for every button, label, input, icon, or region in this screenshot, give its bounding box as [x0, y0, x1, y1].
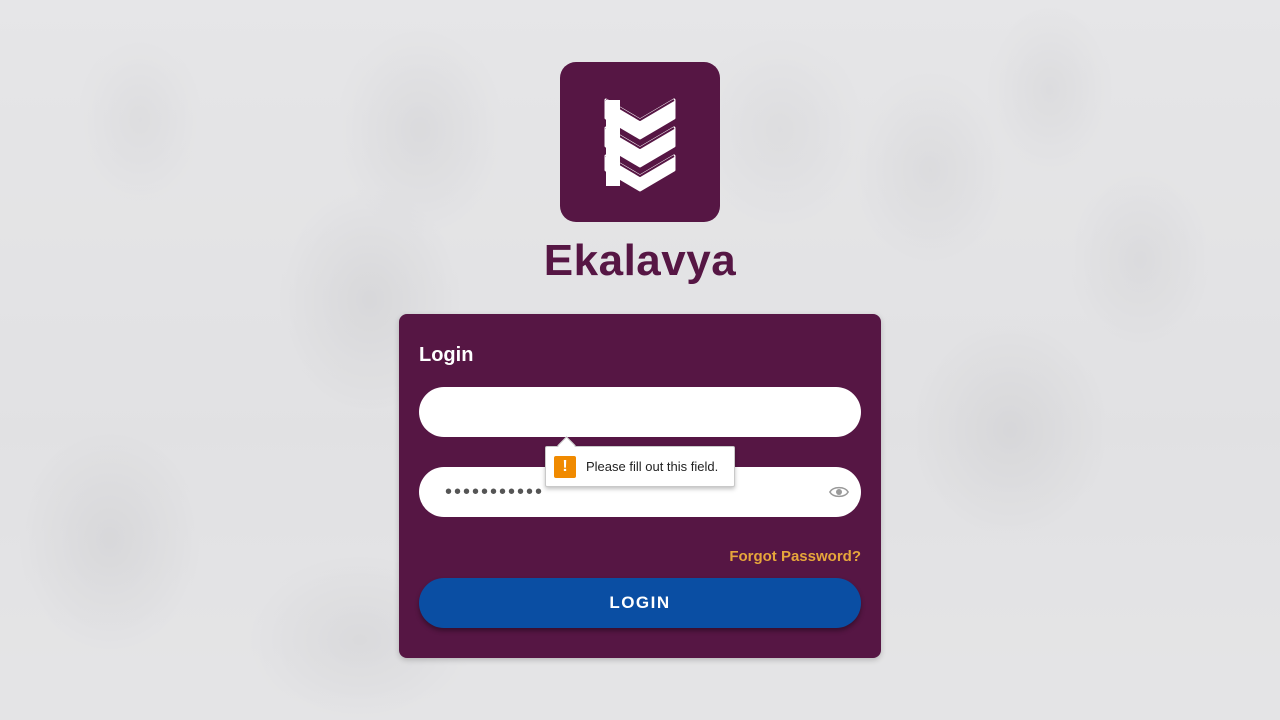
login-page: Ekalavya Login Forgot Password? LOGIN ! …: [0, 0, 1280, 720]
warning-icon: !: [554, 455, 576, 478]
eye-icon[interactable]: [829, 483, 849, 501]
brand-logo: [560, 62, 720, 222]
validation-message: Please fill out this field.: [586, 459, 719, 474]
username-input[interactable]: [419, 387, 861, 437]
ekalavya-logo-icon: [604, 98, 676, 192]
forgot-password-link[interactable]: Forgot Password?: [729, 548, 861, 565]
login-title: Login: [419, 344, 474, 366]
brand-name: Ekalavya: [543, 236, 737, 285]
login-button[interactable]: LOGIN: [419, 578, 861, 628]
validation-tooltip: ! Please fill out this field.: [545, 446, 735, 487]
